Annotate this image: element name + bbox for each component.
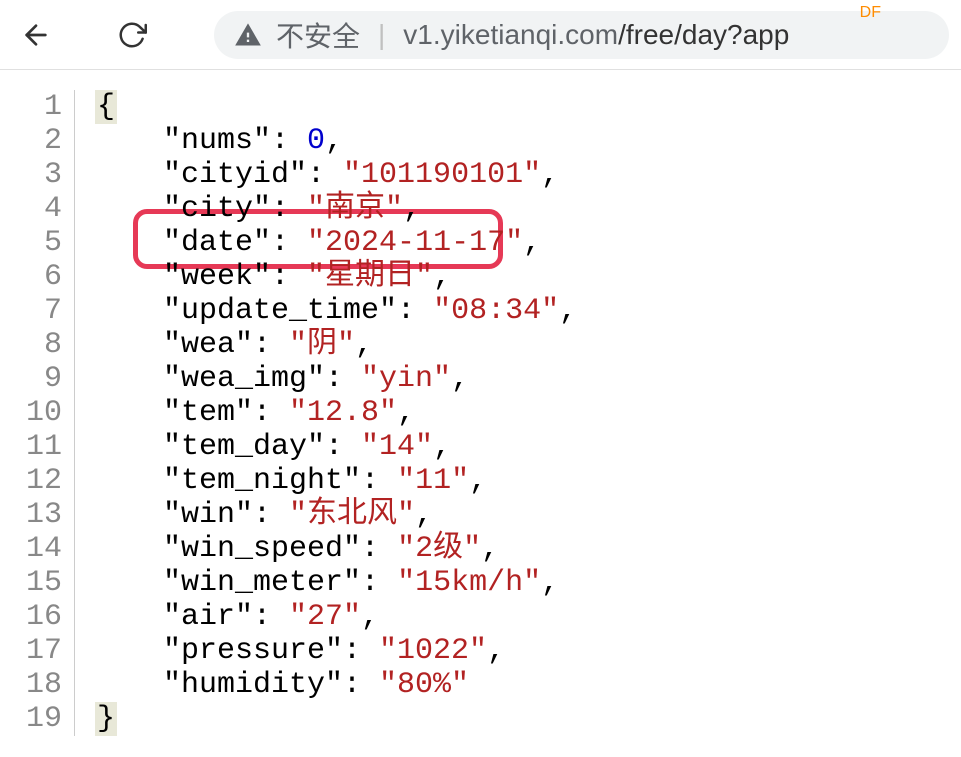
line-number: 18: [0, 668, 62, 702]
url-text: v1.yiketianqi.com/free/day?app: [403, 19, 789, 51]
code-line: "tem_night": "11",: [95, 464, 577, 498]
code-line: "air": "27",: [95, 600, 577, 634]
line-number: 17: [0, 634, 62, 668]
code-line: "humidity": "80%": [95, 668, 577, 702]
line-number: 15: [0, 566, 62, 600]
line-number: 3: [0, 158, 62, 192]
line-number: 7: [0, 294, 62, 328]
warning-icon: [234, 21, 262, 49]
code-line: "pressure": "1022",: [95, 634, 577, 668]
code-content[interactable]: { "nums": 0, "cityid": "101190101", "cit…: [75, 90, 577, 736]
line-number: 8: [0, 328, 62, 362]
line-number: 11: [0, 430, 62, 464]
code-line: "win_speed": "2级",: [95, 532, 577, 566]
line-number: 6: [0, 260, 62, 294]
code-line: {: [95, 90, 577, 124]
line-number: 1: [0, 90, 62, 124]
line-number: 12: [0, 464, 62, 498]
line-number: 14: [0, 532, 62, 566]
line-number: 4: [0, 192, 62, 226]
code-viewer: 1 2 3 4 5 6 7 8 9 10 11 12 13 14 15 16 1…: [0, 70, 961, 736]
code-line: "date": "2024-11-17",: [95, 226, 577, 260]
address-bar[interactable]: 不安全 | v1.yiketianqi.com/free/day?app: [214, 11, 949, 59]
browser-toolbar: 不安全 | v1.yiketianqi.com/free/day?app DF: [0, 0, 961, 70]
code-line: "city": "南京",: [95, 192, 577, 226]
line-number: 16: [0, 600, 62, 634]
code-line: "win": "东北风",: [95, 498, 577, 532]
code-line: "nums": 0,: [95, 124, 577, 158]
divider: |: [378, 19, 385, 51]
code-line: "cityid": "101190101",: [95, 158, 577, 192]
line-number: 19: [0, 702, 62, 736]
line-gutter: 1 2 3 4 5 6 7 8 9 10 11 12 13 14 15 16 1…: [0, 90, 75, 736]
back-button[interactable]: [12, 11, 60, 59]
arrow-left-icon: [20, 19, 52, 51]
line-number: 10: [0, 396, 62, 430]
security-label: 不安全: [276, 15, 360, 55]
code-line: "tem_day": "14",: [95, 430, 577, 464]
line-number: 5: [0, 226, 62, 260]
code-line: }: [95, 702, 577, 736]
line-number: 9: [0, 362, 62, 396]
line-number: 2: [0, 124, 62, 158]
code-line: "tem": "12.8",: [95, 396, 577, 430]
code-line: "wea": "阴",: [95, 328, 577, 362]
line-number: 13: [0, 498, 62, 532]
reload-icon: [117, 20, 147, 50]
reload-button[interactable]: [108, 11, 156, 59]
code-line: "wea_img": "yin",: [95, 362, 577, 396]
code-line: "week": "星期日",: [95, 260, 577, 294]
code-line: "update_time": "08:34",: [95, 294, 577, 328]
df-badge: DF: [860, 4, 881, 22]
code-line: "win_meter": "15km/h",: [95, 566, 577, 600]
